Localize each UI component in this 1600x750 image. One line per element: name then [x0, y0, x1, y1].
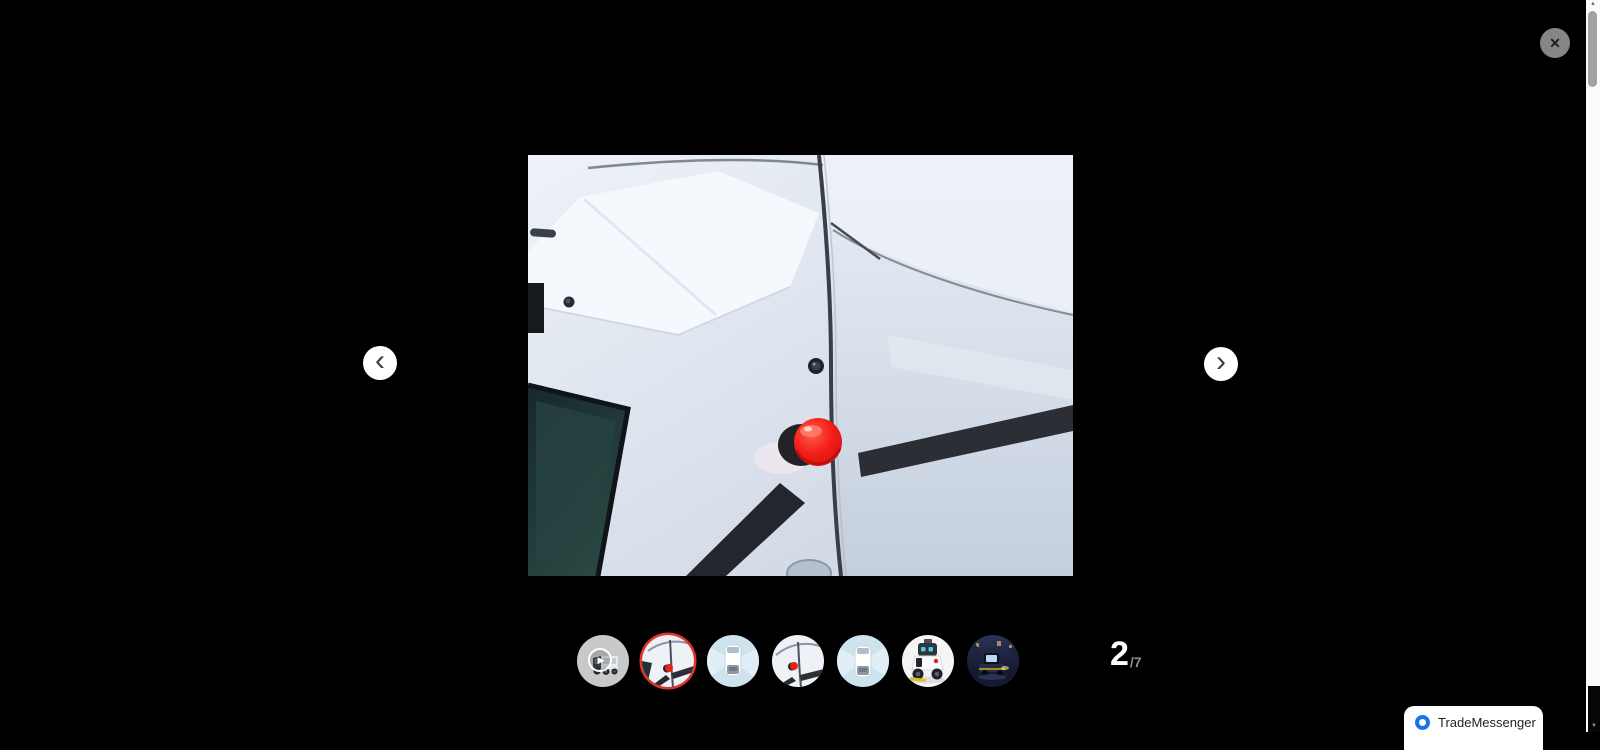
scrollbar-bottom-track: ▼	[1586, 686, 1600, 732]
scrollbar-thumb[interactable]	[1588, 11, 1597, 87]
image-counter: 2 /7	[1110, 637, 1142, 671]
panel-thumbnail-graphic	[772, 635, 824, 687]
close-button[interactable]: ✕	[1540, 28, 1570, 58]
next-image-button[interactable]: ›	[1204, 347, 1238, 381]
chevron-left-icon: ‹	[375, 361, 385, 366]
top-view-alt-thumbnail-graphic	[837, 635, 889, 687]
robot-thumbnail-graphic	[902, 635, 954, 687]
trade-messenger-widget[interactable]: TradeMessenger	[1404, 706, 1543, 750]
close-icon: ✕	[1549, 35, 1561, 52]
scrollbar-up-icon[interactable]: ▲	[1586, 1, 1600, 7]
product-photo-illustration	[528, 155, 1073, 576]
scrollbar-down-icon[interactable]: ▼	[1588, 723, 1600, 729]
play-icon: ▶	[588, 648, 612, 672]
thumbnail-4-panel-detail[interactable]	[772, 635, 824, 687]
thumbnail-2-selected[interactable]	[642, 635, 694, 687]
vertical-scrollbar[interactable]: ▲ ▼	[1586, 0, 1600, 732]
counter-current: 2	[1110, 637, 1129, 671]
trade-messenger-label: TradeMessenger	[1438, 715, 1536, 730]
thumbnail-6-robot-front[interactable]	[902, 635, 954, 687]
night-scene-thumbnail-graphic	[967, 635, 1019, 687]
prev-image-button[interactable]: ‹	[363, 346, 397, 380]
thumbnail-strip: ▶	[577, 635, 1019, 687]
main-product-image[interactable]	[528, 155, 1073, 576]
detail-thumbnail-graphic	[642, 635, 694, 687]
sensor-dot-graphic	[808, 358, 824, 374]
chevron-right-icon: ›	[1216, 362, 1226, 367]
thumbnail-1-video[interactable]: ▶	[577, 635, 629, 687]
thumbnail-5-top-view[interactable]	[837, 635, 889, 687]
top-view-thumbnail-graphic	[707, 635, 759, 687]
thumbnail-3-top-view[interactable]	[707, 635, 759, 687]
counter-total: /7	[1130, 655, 1142, 671]
thumbnail-7-night-scene[interactable]	[967, 635, 1019, 687]
lightbox-overlay: ✕ ‹ › ▶	[0, 0, 1600, 732]
trade-messenger-icon	[1415, 715, 1430, 730]
